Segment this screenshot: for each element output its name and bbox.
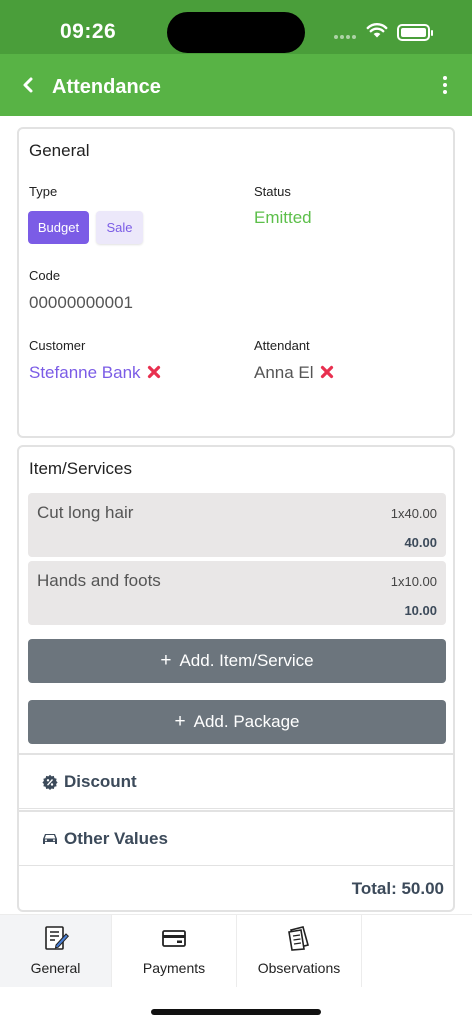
item-name: Hands and foots [37,571,161,590]
list-item[interactable]: Hands and foots 1x10.00 10.00 [28,561,446,625]
customer-field[interactable]: Stefanne Bank [29,363,161,383]
cellular-signal-icon [334,35,356,39]
status-value: Emitted [254,208,312,227]
add-package-button[interactable]: + Add. Package [28,700,446,744]
item-total: 10.00 [404,603,437,618]
status-label: Status [254,184,291,199]
tab-payments-label: Payments [142,960,206,976]
customer-value: Stefanne Bank [29,363,141,382]
add-item-service-button[interactable]: + Add. Item/Service [28,639,446,683]
discount-gear-icon [42,774,58,790]
tab-general[interactable]: General [0,915,111,987]
app-bar: Attendance [0,54,472,116]
add-package-label: Add. Package [193,712,300,731]
code-label: Code [29,268,61,283]
customer-label: Customer [29,338,86,353]
more-vertical-icon[interactable] [437,74,453,96]
item-qty-price: 1x40.00 [390,506,437,521]
item-qty-price: 1x10.00 [390,574,437,589]
items-title: Item/Services [29,459,132,478]
code-value: 00000000001 [29,293,134,312]
type-budget-button[interactable]: Budget [28,211,89,244]
plus-icon: + [160,650,172,671]
discount-row[interactable]: Discount [19,753,453,809]
tab-general-label: General [30,960,81,976]
items-card: Item/Services Cut long hair 1x40.00 40.0… [17,445,455,912]
attendant-value: Anna El [254,363,314,382]
car-icon [43,833,57,844]
item-name: Cut long hair [37,503,134,522]
notes-icon [288,926,309,951]
tab-observations-label: Observations [257,960,341,976]
general-card: General Type Budget Sale Status Emitted … [17,127,455,438]
credit-card-icon [162,930,186,947]
item-total: 40.00 [404,535,437,550]
remove-icon[interactable] [320,365,334,379]
attendant-label: Attendant [254,338,310,353]
tab-observations[interactable]: Observations [236,915,362,987]
remove-icon[interactable] [147,365,161,379]
bottom-tab-bar: General Payments Observations [0,914,472,987]
document-edit-icon [44,926,69,950]
add-item-service-label: Add. Item/Service [179,651,314,670]
dynamic-island [167,12,305,53]
home-indicator [151,1009,321,1015]
back-arrow-icon[interactable] [18,74,40,96]
other-values-label: Other Values [64,828,168,848]
type-label: Type [29,184,58,199]
discount-label: Discount [64,771,137,791]
tab-payments[interactable]: Payments [111,915,236,987]
wifi-icon [366,23,388,38]
status-time: 09:26 [60,20,117,43]
plus-icon: + [174,711,186,732]
attendant-field[interactable]: Anna El [254,363,334,383]
total-value: Total: 50.00 [351,879,444,898]
status-bar: 09:26 [0,0,472,54]
other-values-row[interactable]: Other Values [19,810,453,866]
page-title: Attendance [52,76,161,98]
type-sale-button[interactable]: Sale [96,211,143,244]
battery-icon [397,24,433,41]
list-item[interactable]: Cut long hair 1x40.00 40.00 [28,493,446,557]
general-title: General [29,141,90,160]
